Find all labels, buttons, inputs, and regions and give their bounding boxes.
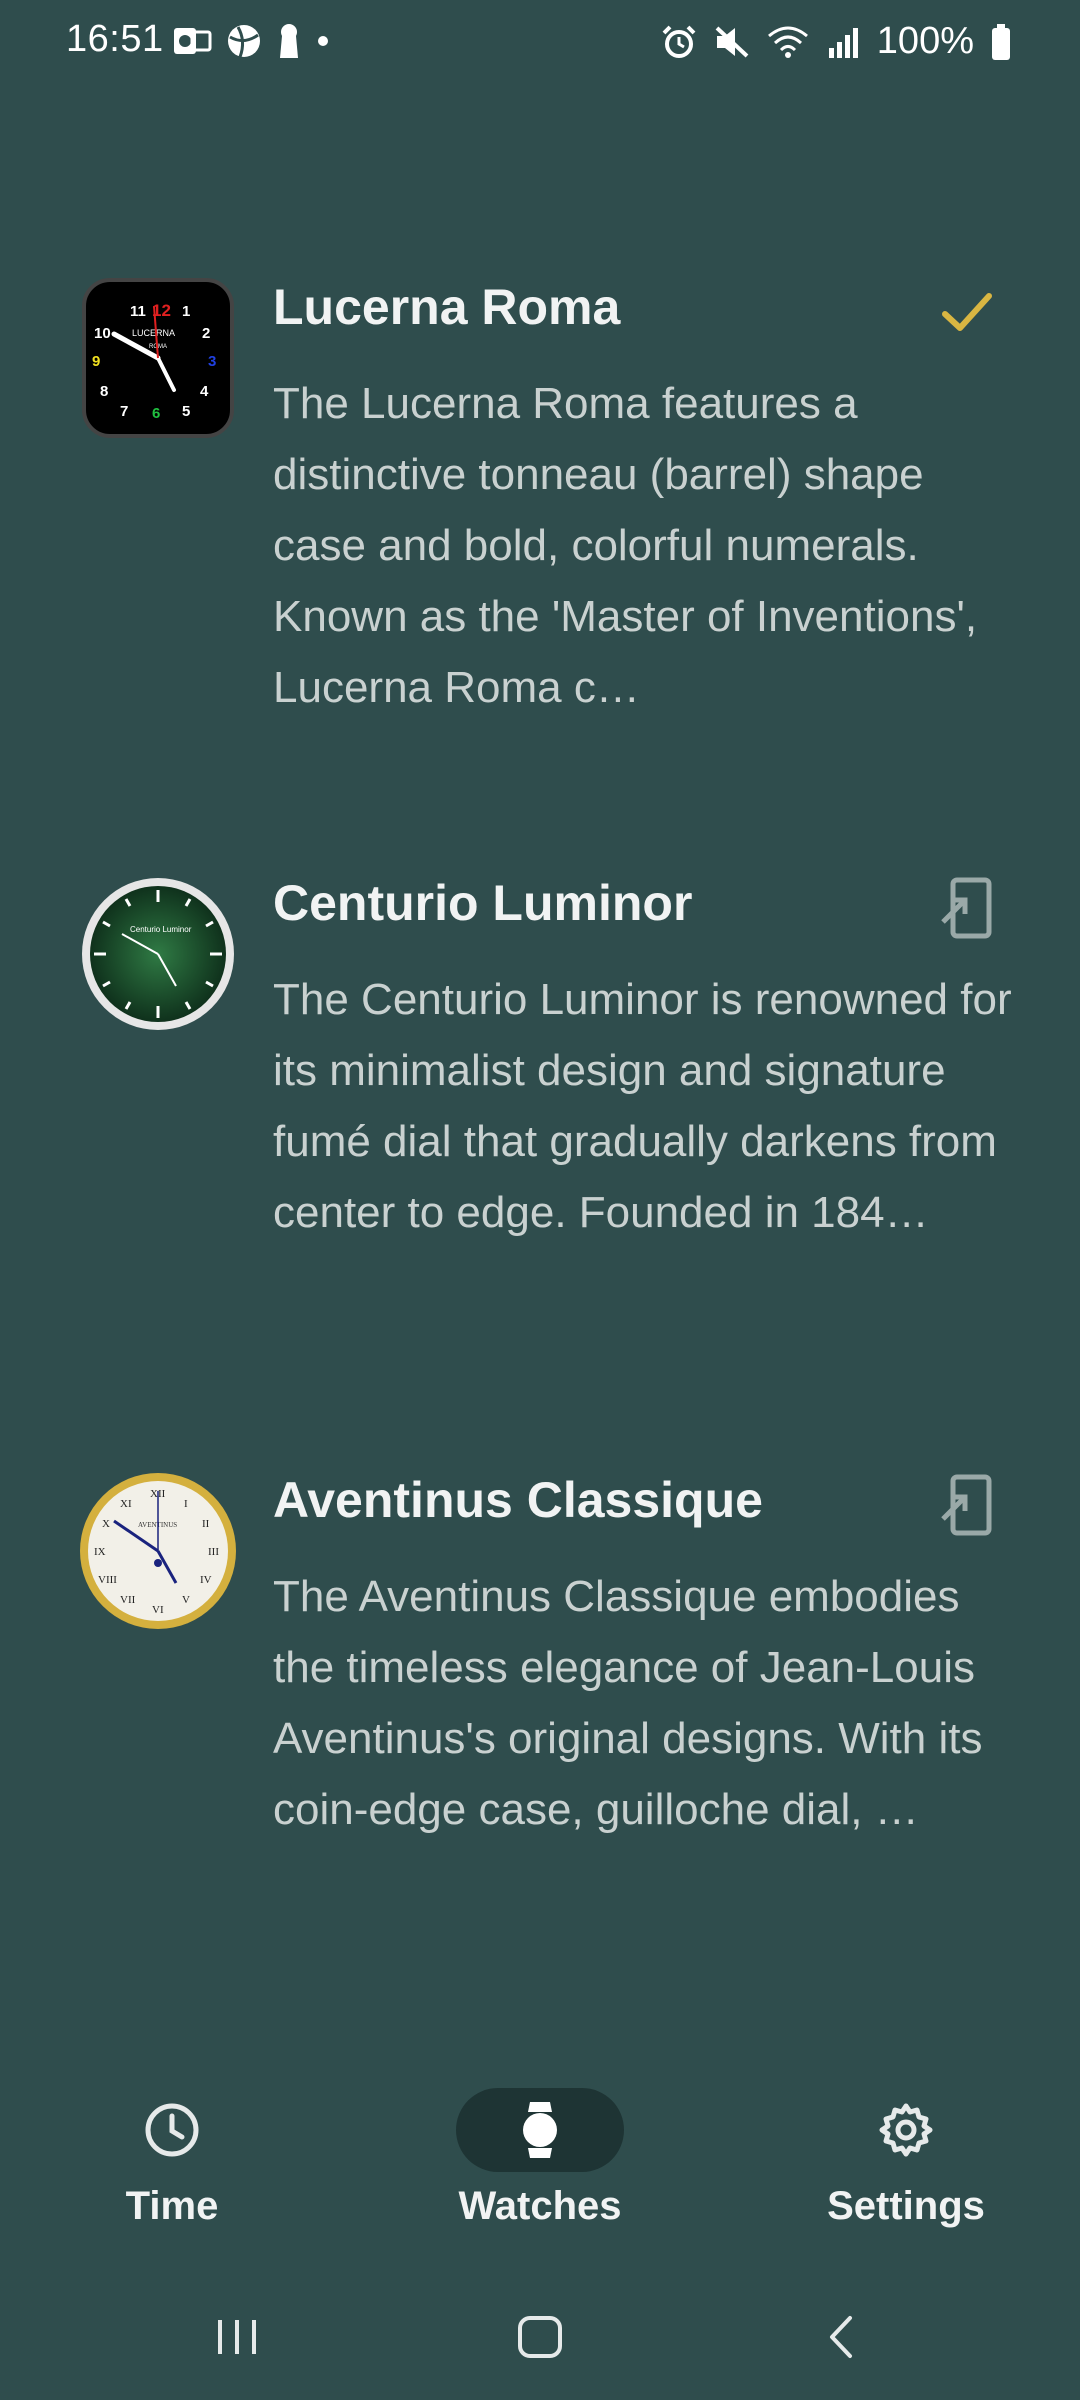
watch-thumbnail-centurio-luminor: Centurio Luminor <box>78 874 238 1034</box>
wifi-icon <box>767 26 808 58</box>
apply-to-watch-icon[interactable] <box>935 876 999 940</box>
nav-item-time[interactable]: Time <box>22 2080 322 2260</box>
home-icon[interactable] <box>512 2312 568 2362</box>
lucerna-roma-face-icon: 11 12 1 2 3 4 5 6 7 8 9 10 LUCERNA ROMA <box>82 278 234 438</box>
alarm-icon <box>662 25 696 58</box>
keyhole-icon <box>280 24 298 58</box>
status-time: 16:51 <box>66 18 164 60</box>
nav-item-settings[interactable]: Settings <box>756 2080 1056 2260</box>
face-numeral: IX <box>94 1546 106 1558</box>
face-numeral: 3 <box>208 353 216 370</box>
watch-title: Lucerna Roma <box>273 279 621 335</box>
face-numeral: VIII <box>98 1574 117 1586</box>
nav-label-time: Time <box>125 2184 219 2228</box>
face-numeral: II <box>202 1518 210 1530</box>
face-numeral: V <box>182 1594 190 1606</box>
nav-icon-wrap <box>822 2088 990 2172</box>
recent-apps-icon[interactable] <box>210 2312 264 2362</box>
face-numeral: 5 <box>182 403 190 420</box>
gear-icon <box>879 2103 933 2157</box>
face-numeral: 4 <box>200 383 209 400</box>
watch-title: Aventinus Classique <box>273 1472 763 1528</box>
watch-title: Centurio Luminor <box>273 875 693 931</box>
nav-label-settings: Settings <box>827 2184 985 2228</box>
back-icon[interactable] <box>818 2312 868 2362</box>
watch-description: The Centurio Luminor is renowned for its… <box>273 975 1012 1237</box>
system-navigation-bar <box>0 2290 1080 2400</box>
bottom-navigation: Time Watches Settings <box>0 2080 1080 2260</box>
face-numeral: XI <box>120 1498 132 1510</box>
nav-label-watches: Watches <box>458 2184 622 2228</box>
signal-icon <box>828 27 858 58</box>
status-left-icons <box>172 22 330 60</box>
watch-thumbnail-aventinus-classique: XII I II III IV V VI VII VIII IX X XI AV… <box>78 1471 238 1631</box>
check-icon <box>942 293 992 331</box>
watch-item-centurio-luminor[interactable]: Centurio Luminor Centurio Luminor The Ce… <box>0 856 1080 1336</box>
face-numeral: 10 <box>94 325 111 342</box>
face-numeral: 1 <box>182 303 190 320</box>
notification-dot-icon <box>318 36 328 46</box>
watch-item-aventinus-classique[interactable]: XII I II III IV V VI VII VIII IX X XI AV… <box>0 1453 1080 1933</box>
status-bar: 16:51 100% <box>0 0 1080 90</box>
watch-description: The Aventinus Classique embodies the tim… <box>273 1572 983 1834</box>
face-numeral: III <box>208 1546 219 1558</box>
mute-icon <box>715 26 749 57</box>
aventinus-classique-face-icon: XII I II III IV V VI VII VIII IX X XI AV… <box>80 1473 236 1629</box>
centurio-luminor-face-icon: Centurio Luminor <box>82 878 234 1030</box>
nav-item-watches[interactable]: Watches <box>390 2080 690 2260</box>
face-numeral: 11 <box>130 303 146 320</box>
face-numeral: 9 <box>92 353 100 370</box>
outlook-icon <box>174 28 212 54</box>
watch-thumbnail-lucerna-roma: 11 12 1 2 3 4 5 6 7 8 9 10 LUCERNA ROMA <box>78 278 238 438</box>
apply-to-watch-icon[interactable] <box>935 1473 999 1537</box>
basketball-icon <box>228 25 260 58</box>
status-right-icons: 100% <box>661 20 1012 63</box>
watch-item-lucerna-roma[interactable]: 11 12 1 2 3 4 5 6 7 8 9 10 LUCERNA ROMA … <box>0 260 1080 740</box>
face-numeral: 7 <box>120 403 128 420</box>
face-brand: Centurio Luminor <box>130 925 192 934</box>
clock-icon <box>145 2103 199 2157</box>
face-numeral: 6 <box>152 405 160 422</box>
face-numeral: I <box>184 1498 188 1510</box>
face-numeral: IV <box>200 1574 212 1586</box>
face-numeral: VII <box>120 1594 136 1606</box>
battery-icon <box>992 23 1010 60</box>
battery-percent: 100% <box>876 20 974 62</box>
watch-description: The Lucerna Roma features a distinctive … <box>273 379 978 712</box>
watch-icon <box>523 2102 557 2158</box>
face-brand: LUCERNA <box>132 328 175 338</box>
face-numeral: X <box>102 1518 110 1530</box>
face-numeral: 8 <box>100 383 108 400</box>
nav-icon-wrap-active <box>456 2088 624 2172</box>
face-numeral: 2 <box>202 325 210 342</box>
face-numeral: VI <box>152 1604 164 1616</box>
nav-icon-wrap <box>88 2088 256 2172</box>
